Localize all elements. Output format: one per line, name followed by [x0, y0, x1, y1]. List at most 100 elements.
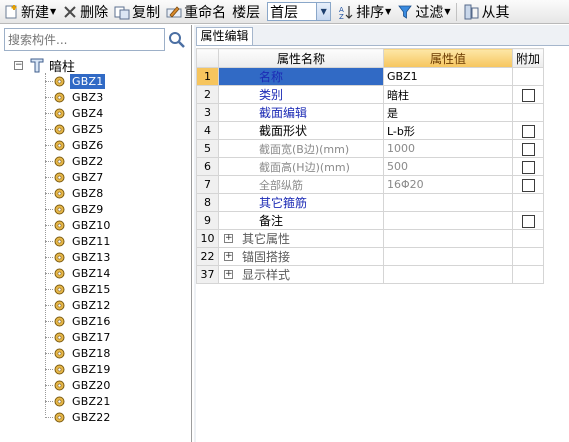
search-icon[interactable]: [167, 30, 187, 50]
tree-item[interactable]: GBZ13: [45, 249, 113, 265]
sort-button[interactable]: AZ 排序 ▼: [335, 1, 394, 23]
group-label: 锚固搭接: [242, 250, 291, 264]
property-row[interactable]: 5 截面宽(B边)(mm) 1000: [196, 139, 544, 158]
row-number: 2: [196, 85, 219, 104]
property-value[interactable]: GBZ1: [383, 67, 513, 86]
row-number: 8: [196, 193, 219, 212]
toolbar-divider: [456, 2, 458, 21]
expand-icon[interactable]: +: [224, 252, 233, 261]
property-name: 其它箍筋: [259, 196, 308, 210]
search-bar: [4, 28, 190, 51]
property-group-row[interactable]: 10 + 其它属性: [196, 229, 544, 248]
group-name-cell[interactable]: + 其它属性: [218, 229, 384, 248]
tree-item[interactable]: GBZ17: [45, 329, 113, 345]
tree-branch: [45, 304, 53, 306]
tree-item[interactable]: GBZ14: [45, 265, 113, 281]
tree-item-label: GBZ18: [72, 346, 111, 360]
floor-select-value: 首层: [270, 4, 299, 21]
row-number: 10: [196, 229, 219, 248]
delete-button[interactable]: 删除: [59, 1, 111, 23]
new-button[interactable]: 新建 ▼: [0, 1, 59, 23]
property-name: 类别: [259, 88, 284, 102]
tab-property-edit[interactable]: 属性编辑: [196, 27, 253, 45]
copy-from-button[interactable]: 从其: [460, 1, 512, 23]
property-group-row[interactable]: 22 + 锚固搭接: [196, 247, 544, 266]
property-group-row[interactable]: 37 + 显示样式: [196, 265, 544, 284]
property-row[interactable]: 2 类别 暗柱: [196, 85, 544, 104]
chevron-down-icon[interactable]: ▼: [316, 3, 331, 20]
tree-item[interactable]: GBZ12: [45, 297, 113, 313]
group-add-cell: [512, 229, 544, 248]
tree-item[interactable]: GBZ16: [45, 313, 113, 329]
property-name-cell: 名称: [218, 67, 384, 86]
property-value[interactable]: 16Φ20: [383, 175, 513, 194]
property-value[interactable]: [383, 211, 513, 230]
tree-item[interactable]: GBZ4: [45, 105, 105, 121]
column-icon: [29, 57, 45, 73]
tree-item[interactable]: GBZ20: [45, 377, 113, 393]
search-input[interactable]: [4, 28, 165, 51]
property-row[interactable]: 6 截面高(H边)(mm) 500: [196, 157, 544, 176]
property-value[interactable]: [383, 193, 513, 212]
tree-item[interactable]: GBZ18: [45, 345, 113, 361]
property-add-cell: [512, 211, 544, 230]
property-add-cell: [512, 121, 544, 140]
tree-item[interactable]: GBZ7: [45, 169, 105, 185]
tree-item[interactable]: GBZ15: [45, 281, 113, 297]
component-icon: [54, 124, 65, 135]
tree-item[interactable]: GBZ10: [45, 217, 113, 233]
copy-button[interactable]: 复制: [111, 1, 163, 23]
property-editor-panel: 属性编辑 属性名称 属性值 附加 1 名称 GBZ1 2 类别 暗柱 3 截面编辑 是 4 截面形状…: [194, 25, 569, 442]
tree-item[interactable]: GBZ8: [45, 185, 105, 201]
add-checkbox[interactable]: [521, 160, 535, 174]
tree-branch: [45, 320, 53, 322]
rename-button[interactable]: 重命名: [163, 1, 229, 23]
component-icon: [54, 188, 65, 199]
tree-item-label: GBZ3: [72, 90, 104, 104]
add-checkbox[interactable]: [521, 88, 535, 102]
property-row[interactable]: 4 截面形状 L-b形: [196, 121, 544, 140]
tree-item[interactable]: GBZ22: [45, 409, 113, 425]
add-checkbox[interactable]: [521, 178, 535, 192]
tree-branch: [45, 384, 53, 386]
tree-item[interactable]: GBZ3: [45, 89, 105, 105]
group-value-cell: [383, 229, 513, 248]
property-value[interactable]: 1000: [383, 139, 513, 158]
property-row[interactable]: 9 备注: [196, 211, 544, 230]
floor-select[interactable]: 首层 ▼: [267, 2, 332, 21]
tree-item-label: GBZ2: [72, 154, 104, 168]
add-checkbox[interactable]: [521, 214, 535, 228]
group-value-cell: [383, 265, 513, 284]
add-checkbox[interactable]: [521, 142, 535, 156]
property-row[interactable]: 1 名称 GBZ1: [196, 67, 544, 86]
group-name-cell[interactable]: + 显示样式: [218, 265, 384, 284]
tree-item-label: GBZ7: [72, 170, 104, 184]
tree-root[interactable]: − 暗柱: [14, 57, 75, 75]
group-name-cell[interactable]: + 锚固搭接: [218, 247, 384, 266]
tree-item[interactable]: GBZ19: [45, 361, 113, 377]
property-add-cell: [512, 157, 544, 176]
tree-item[interactable]: GBZ2: [45, 153, 105, 169]
component-icon: [54, 412, 65, 423]
tree-item[interactable]: GBZ6: [45, 137, 105, 153]
expand-icon[interactable]: +: [224, 234, 233, 243]
chevron-down-icon: ▼: [50, 7, 57, 16]
tree-item[interactable]: GBZ5: [45, 121, 105, 137]
rename-label: 重命名: [184, 4, 227, 21]
property-value[interactable]: 暗柱: [383, 85, 513, 104]
filter-button[interactable]: 过滤 ▼: [394, 1, 453, 23]
property-row[interactable]: 8 其它箍筋: [196, 193, 544, 212]
expand-icon[interactable]: +: [224, 270, 233, 279]
collapse-icon[interactable]: −: [14, 60, 23, 70]
property-value[interactable]: L-b形: [383, 121, 513, 140]
property-row[interactable]: 7 全部纵筋 16Φ20: [196, 175, 544, 194]
add-checkbox[interactable]: [521, 124, 535, 138]
tree-item[interactable]: GBZ1: [45, 73, 106, 89]
tree-item[interactable]: GBZ11: [45, 233, 113, 249]
tree-branch: [45, 160, 53, 162]
tree-item[interactable]: GBZ21: [45, 393, 113, 409]
property-row[interactable]: 3 截面编辑 是: [196, 103, 544, 122]
property-value[interactable]: 500: [383, 157, 513, 176]
property-value[interactable]: 是: [383, 103, 513, 122]
tree-item[interactable]: GBZ9: [45, 201, 105, 217]
